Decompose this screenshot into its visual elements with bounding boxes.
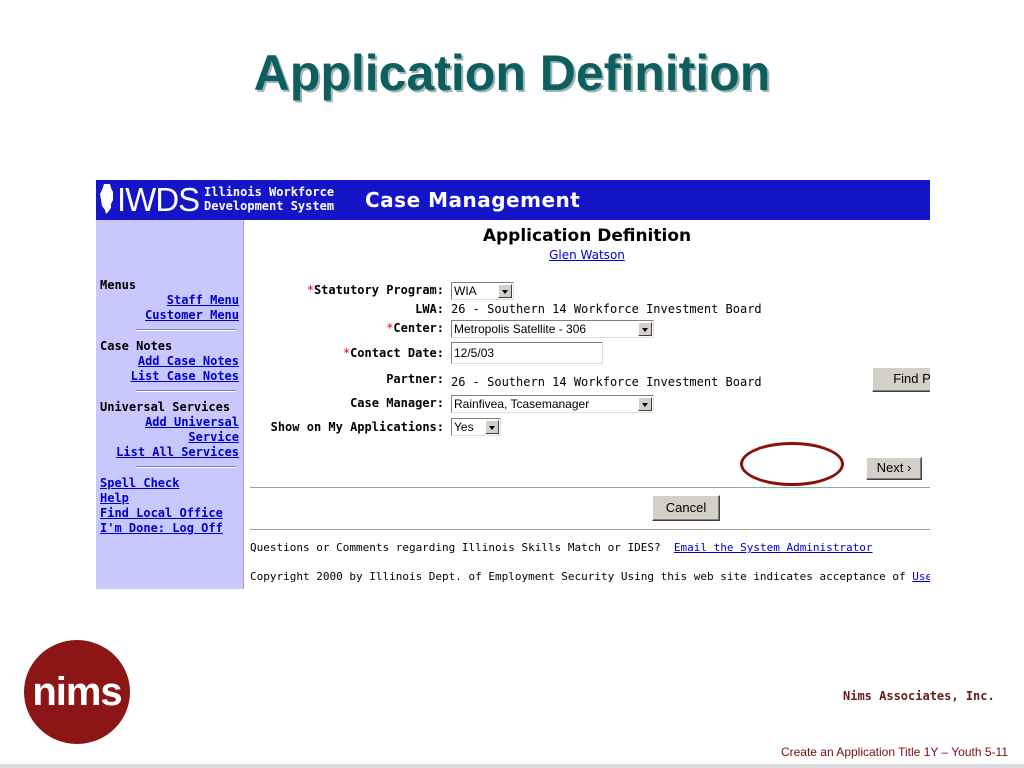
cancel-button[interactable]: Cancel	[652, 495, 720, 521]
questions-text: Questions or Comments regarding Illinois…	[250, 541, 873, 554]
statutory-program-label: *Statutory Program:	[306, 283, 444, 297]
sidebar-link-spell-check[interactable]: Spell Check	[100, 476, 179, 491]
divider	[250, 529, 930, 530]
sidebar-divider	[136, 466, 236, 468]
sidebar-case-notes-heading: Case Notes	[100, 339, 173, 353]
show-on-applications-label: Show on My Applications:	[270, 420, 444, 434]
partner-label: Partner:	[386, 372, 444, 386]
center-select[interactable]: Metropolis Satellite - 306	[451, 320, 654, 338]
case-manager-select[interactable]: Rainfivea, Tcasemanager	[451, 395, 654, 413]
sidebar-link-customer-menu[interactable]: Customer Menu	[145, 308, 239, 323]
sidebar-menus-heading: Menus	[100, 278, 137, 292]
app-banner: IWDS Illinois Workforce Development Syst…	[96, 180, 930, 220]
sidebar-link-list-case-notes[interactable]: List Case Notes	[131, 369, 239, 384]
customer-name-link[interactable]: Glen Watson	[244, 248, 930, 262]
user-agreement-link[interactable]: User	[912, 570, 930, 583]
chevron-down-icon[interactable]	[485, 420, 499, 434]
next-button[interactable]: Next ›	[866, 457, 922, 480]
find-partner-button[interactable]: Find Partner	[872, 367, 930, 392]
statutory-program-select[interactable]: WIA	[451, 282, 514, 300]
case-manager-label: Case Manager:	[350, 396, 444, 410]
chevron-down-icon[interactable]	[638, 397, 652, 411]
center-label: *Center:	[386, 321, 444, 335]
chevron-down-icon[interactable]	[498, 284, 512, 298]
iwds-logo: IWDS	[117, 181, 200, 218]
sidebar-link-log-off[interactable]: I'm Done: Log Off	[100, 521, 223, 536]
app-screenshot: IWDS Illinois Workforce Development Syst…	[96, 180, 930, 589]
illinois-map-icon	[100, 184, 113, 214]
divider	[250, 487, 930, 488]
lwa-label: LWA:	[415, 302, 444, 316]
slide-title: Application Definition	[253, 45, 771, 101]
show-on-applications-select[interactable]: Yes	[451, 418, 501, 436]
email-admin-link[interactable]: Email the System Administrator	[674, 541, 873, 554]
chevron-down-icon[interactable]	[638, 322, 652, 336]
iwds-subtitle: Illinois Workforce Development System	[204, 185, 335, 213]
sidebar: Menus Staff Menu Customer Menu Case Note…	[96, 220, 244, 589]
chevron-right-icon: ›	[907, 460, 912, 475]
slide-bottom-rule	[0, 764, 1024, 768]
sidebar-link-add-universal-service[interactable]: Add Universal	[145, 415, 239, 430]
next-highlight-circle	[740, 442, 844, 486]
sidebar-link-find-local-office[interactable]: Find Local Office	[100, 506, 223, 521]
sidebar-link-help[interactable]: Help	[100, 491, 129, 506]
sidebar-link-staff-menu[interactable]: Staff Menu	[167, 293, 239, 308]
required-marker: *	[306, 283, 314, 297]
contact-date-input[interactable]: 12/5/03	[451, 342, 603, 364]
partner-value: 26 - Southern 14 Workforce Investment Bo…	[451, 375, 762, 389]
company-name: Nims Associates, Inc.	[843, 689, 995, 703]
lwa-value: 26 - Southern 14 Workforce Investment Bo…	[451, 302, 762, 316]
sidebar-divider	[136, 390, 236, 392]
copyright-text: Copyright 2000 by Illinois Dept. of Empl…	[250, 570, 930, 583]
sidebar-universal-services-heading: Universal Services	[100, 400, 231, 414]
sidebar-link-list-all-services[interactable]: List All Services	[116, 445, 239, 460]
nims-logo: nims	[24, 640, 130, 744]
sidebar-divider	[136, 329, 236, 331]
sidebar-link-add-case-notes[interactable]: Add Case Notes	[138, 354, 239, 369]
banner-title: Case Management	[365, 188, 581, 212]
sidebar-link-add-universal-service-cont[interactable]: Service	[188, 430, 239, 445]
slide-footer: Create an Application Title 1Y – Youth 5…	[780, 745, 1008, 759]
contact-date-label: *Contact Date:	[342, 346, 444, 360]
page-heading: Application Definition	[482, 226, 692, 246]
main-content: Application Definition Glen Watson *Stat…	[244, 220, 930, 589]
required-marker: *	[342, 346, 351, 360]
